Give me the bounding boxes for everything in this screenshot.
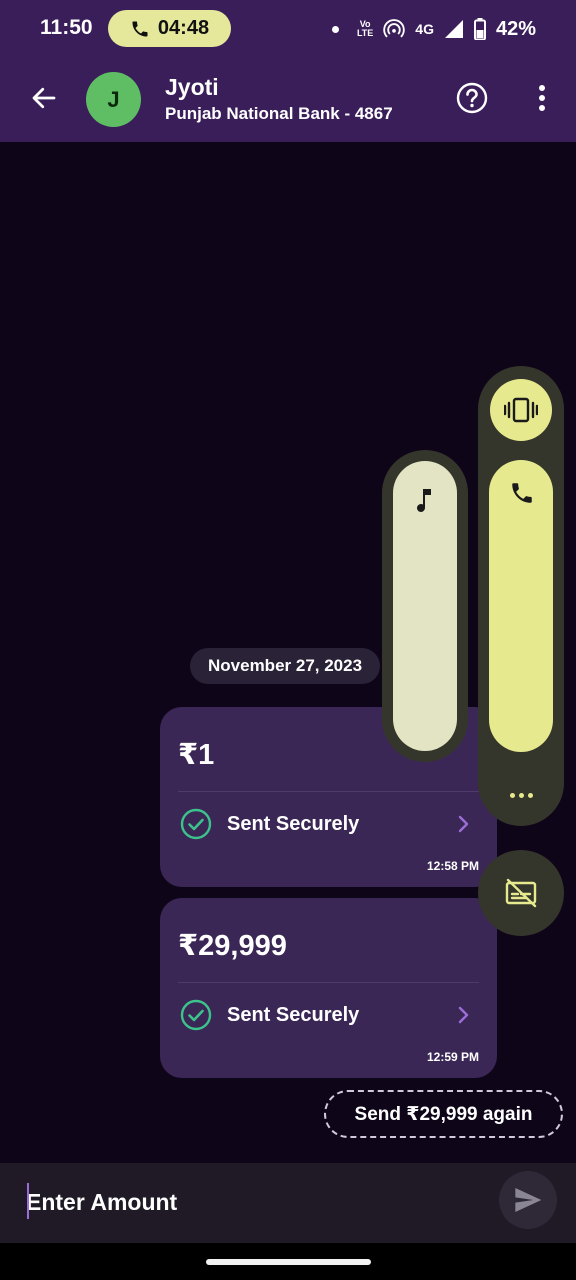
contact-avatar[interactable]: J bbox=[86, 72, 141, 127]
chevron-right-icon bbox=[458, 1006, 469, 1024]
volume-settings-button[interactable] bbox=[478, 780, 564, 810]
status-bar: 11:50 04:48 Vo LTE 4G 42% bbox=[0, 0, 576, 56]
more-options-button[interactable] bbox=[528, 81, 556, 115]
payment-status-label: Sent Securely bbox=[227, 1003, 360, 1026]
ringer-mode-button[interactable] bbox=[490, 379, 552, 441]
captions-off-icon bbox=[505, 878, 537, 908]
help-circle-icon bbox=[456, 82, 488, 114]
call-volume-slider[interactable] bbox=[489, 460, 553, 752]
hotspot-icon bbox=[383, 19, 406, 38]
battery-percentage: 42% bbox=[495, 17, 536, 40]
contact-bank-account[interactable]: Punjab National Bank - 4867 bbox=[165, 104, 393, 124]
send-icon bbox=[515, 1188, 542, 1212]
date-separator: November 27, 2023 bbox=[190, 648, 381, 684]
volte-icon: Vo LTE bbox=[357, 20, 373, 38]
media-volume-slider[interactable] bbox=[393, 461, 457, 751]
chat-header: J Jyoti Punjab National Bank - 4867 bbox=[0, 56, 576, 142]
call-volume-panel bbox=[478, 366, 564, 826]
payment-status-label: Sent Securely bbox=[227, 812, 360, 835]
bubble-divider bbox=[178, 791, 479, 792]
volte-bottom-label: LTE bbox=[356, 28, 374, 38]
gesture-nav-bar bbox=[0, 1243, 576, 1280]
phone-icon bbox=[132, 21, 148, 36]
message-time: 12:58 PM bbox=[426, 859, 479, 873]
amount-input-bar bbox=[0, 1163, 576, 1243]
vibrate-icon bbox=[504, 397, 538, 423]
ongoing-call-chip[interactable]: 04:48 bbox=[108, 10, 231, 47]
arrow-left-icon bbox=[32, 87, 56, 109]
more-dot-icon bbox=[518, 792, 524, 798]
check-circle-icon bbox=[180, 808, 212, 840]
live-caption-button[interactable] bbox=[478, 850, 564, 936]
send-again-button[interactable]: Send ₹29,999 again bbox=[324, 1090, 563, 1138]
send-button[interactable] bbox=[499, 1171, 557, 1229]
more-vertical-icon bbox=[539, 85, 545, 111]
music-note-icon bbox=[417, 489, 431, 512]
payment-status-row[interactable]: Sent Securely bbox=[180, 807, 473, 841]
signal-icon bbox=[444, 20, 463, 38]
message-time: 12:59 PM bbox=[426, 1050, 479, 1064]
payment-bubble[interactable]: ₹29,999 Sent Securely 12:59 PM bbox=[160, 898, 497, 1078]
network-type: 4G bbox=[415, 21, 434, 37]
more-dot-icon bbox=[509, 792, 515, 798]
text-cursor bbox=[27, 1183, 29, 1219]
back-button[interactable] bbox=[26, 80, 62, 116]
status-time: 11:50 bbox=[40, 16, 93, 39]
home-handle[interactable] bbox=[206, 1259, 371, 1265]
battery-icon bbox=[473, 18, 486, 40]
payment-amount: ₹29,999 bbox=[178, 930, 287, 962]
media-volume-panel bbox=[382, 450, 468, 762]
notification-dot-icon bbox=[331, 25, 339, 33]
phone-icon bbox=[512, 483, 532, 503]
check-circle-icon bbox=[180, 999, 212, 1031]
contact-name[interactable]: Jyoti bbox=[165, 74, 219, 101]
chevron-right-icon bbox=[458, 815, 469, 833]
call-timer: 04:48 bbox=[157, 17, 210, 39]
amount-input[interactable] bbox=[26, 1181, 466, 1223]
payment-amount: ₹1 bbox=[178, 739, 215, 771]
status-icons: Vo LTE 4G 42% bbox=[331, 14, 536, 44]
more-dot-icon bbox=[527, 792, 533, 798]
payment-status-row[interactable]: Sent Securely bbox=[180, 998, 473, 1032]
payment-chat-screen: 11:50 04:48 Vo LTE 4G 42% J Jyoti Punjab… bbox=[0, 0, 576, 1280]
help-button[interactable] bbox=[455, 81, 489, 115]
bubble-divider bbox=[178, 982, 479, 983]
